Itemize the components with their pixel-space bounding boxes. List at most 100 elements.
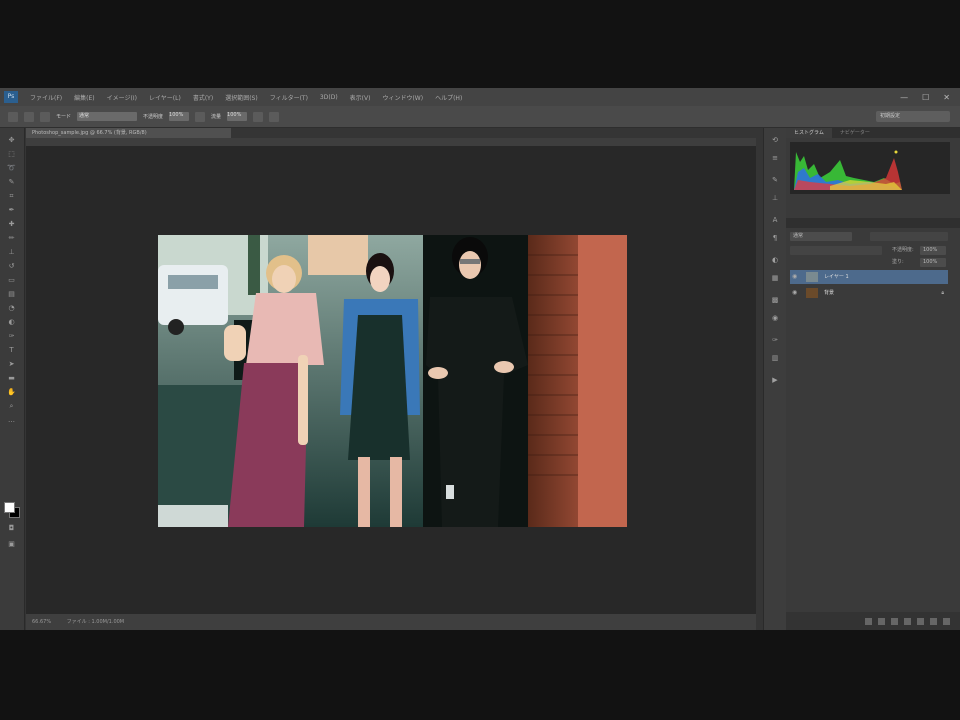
photoshop-window: Ps ファイル(F) 編集(E) イメージ(I) レイヤー(L) 書式(Y) 選… <box>0 88 960 630</box>
trash-icon[interactable] <box>943 617 950 625</box>
document-image <box>158 235 627 527</box>
lasso-tool-icon[interactable]: ➰ <box>6 164 17 172</box>
brush-tool-icon[interactable]: ✏ <box>6 234 17 242</box>
quick-mask-icon[interactable]: ◘ <box>6 524 17 532</box>
move-tool-icon[interactable]: ✥ <box>6 136 17 144</box>
tab-histogram[interactable]: ヒストグラム <box>786 128 832 138</box>
mode-select[interactable]: 通常 <box>77 112 138 121</box>
hand-tool-icon[interactable]: ✋ <box>6 388 17 396</box>
pressure-size-icon[interactable] <box>269 111 280 122</box>
healing-tool-icon[interactable]: ✚ <box>6 220 17 228</box>
new-layer-icon[interactable] <box>930 617 937 625</box>
workspace-value: 初期設定 <box>880 113 901 119</box>
histogram-panel-tabs: ヒストグラム ナビゲーター <box>786 128 960 138</box>
layer-name: 背景 <box>824 290 835 296</box>
fill-label: 塗り: <box>892 259 904 265</box>
histogram-svg <box>794 150 902 190</box>
menu-window[interactable]: ウィンドウ(W) <box>376 93 429 102</box>
path-select-tool-icon[interactable]: ➤ <box>6 360 17 368</box>
quick-select-tool-icon[interactable]: ✎ <box>6 178 17 186</box>
actions-panel-icon[interactable]: ▶ <box>770 376 780 384</box>
crop-tool-icon[interactable]: ⌗ <box>6 192 17 200</box>
window-controls: — ☐ ✕ <box>900 93 960 102</box>
adjustment-layer-icon[interactable] <box>904 617 911 625</box>
document-tab[interactable]: Photoshop_sample.jpg @ 66.7% (背景, RGB/8) <box>26 128 231 138</box>
gradient-tool-icon[interactable]: ▤ <box>6 290 17 298</box>
tab-navigator[interactable]: ナビゲーター <box>832 128 878 138</box>
add-mask-icon[interactable] <box>891 617 898 625</box>
layer-name: レイヤー 1 <box>824 274 849 280</box>
layer-opacity-field[interactable]: 100% <box>920 246 946 255</box>
menu-view[interactable]: 表示(V) <box>344 93 377 102</box>
layer-row-selected[interactable]: ◉ レイヤー 1 <box>790 270 948 284</box>
new-group-icon[interactable] <box>917 617 924 625</box>
paths-panel-icon[interactable]: ✑ <box>770 336 780 344</box>
menu-select[interactable]: 選択範囲(S) <box>219 93 264 102</box>
layer-filter-icons[interactable] <box>870 232 948 241</box>
menu-layer[interactable]: レイヤー(L) <box>143 93 187 102</box>
zoom-tool-icon[interactable]: ⌕ <box>6 402 17 410</box>
app-logo: Ps <box>4 91 18 103</box>
menu-image[interactable]: イメージ(I) <box>101 93 143 102</box>
layer-fill-field[interactable]: 100% <box>920 258 946 267</box>
menu-help[interactable]: ヘルプ(H) <box>429 93 468 102</box>
menu-bar: Ps ファイル(F) 編集(E) イメージ(I) レイヤー(L) 書式(Y) 選… <box>0 88 960 106</box>
visibility-eye-icon[interactable]: ◉ <box>792 270 800 284</box>
eyedropper-tool-icon[interactable]: ✒ <box>6 206 17 214</box>
airbrush-icon[interactable] <box>253 111 264 122</box>
link-layers-icon[interactable] <box>865 617 872 625</box>
type-tool-icon[interactable]: T <box>6 346 17 354</box>
blend-mode-value: 通常 <box>793 233 804 239</box>
screen-mode-icon[interactable]: ▣ <box>6 540 17 548</box>
dodge-tool-icon[interactable]: ◐ <box>6 318 17 326</box>
menu-3d[interactable]: 3D(D) <box>314 94 344 101</box>
blend-mode-select[interactable]: 通常 <box>790 232 852 241</box>
canvas-area[interactable] <box>26 146 756 614</box>
pressure-opacity-icon[interactable] <box>195 111 206 122</box>
foreground-color-swatch[interactable] <box>4 502 15 513</box>
minimize-button[interactable]: — <box>900 93 908 102</box>
styles-panel-icon[interactable]: ▦ <box>770 274 780 282</box>
brush-panel-icon[interactable] <box>40 111 50 122</box>
pen-tool-icon[interactable]: ✑ <box>6 332 17 340</box>
color-panel-icon[interactable]: ◉ <box>770 314 780 322</box>
eraser-tool-icon[interactable]: ▭ <box>6 276 17 284</box>
marquee-tool-icon[interactable]: ⬚ <box>6 150 17 158</box>
layer-thumbnail <box>806 272 818 282</box>
swatches-panel-icon[interactable]: ▩ <box>770 296 780 304</box>
adjustments-panel-icon[interactable]: ◐ <box>770 256 780 264</box>
mode-value: 通常 <box>79 113 90 119</box>
zoom-level[interactable]: 66.67% <box>32 619 51 625</box>
menu-file[interactable]: ファイル(F) <box>24 93 68 102</box>
menu-edit[interactable]: 編集(E) <box>68 93 100 102</box>
clone-source-panel-icon[interactable]: ⊥ <box>770 194 780 202</box>
opacity-label: 不透明度: <box>892 247 914 253</box>
more-tools-icon[interactable]: … <box>6 416 17 424</box>
channels-panel-icon[interactable]: ▥ <box>770 354 780 362</box>
opacity-field[interactable]: 100% <box>169 112 190 121</box>
paragraph-panel-icon[interactable]: ¶ <box>770 234 780 242</box>
maximize-button[interactable]: ☐ <box>922 93 929 102</box>
lock-controls[interactable] <box>790 246 882 255</box>
photo-illustration <box>158 235 627 527</box>
brush-preset-icon[interactable] <box>8 111 18 122</box>
right-panels: ヒストグラム ナビゲーター 通常 不透明度: 100% 塗り: 100% ◉ レ… <box>786 128 960 630</box>
workspace-select[interactable]: 初期設定 <box>876 111 950 122</box>
layer-style-icon[interactable] <box>878 617 885 625</box>
character-panel-icon[interactable]: A <box>770 216 780 224</box>
clone-stamp-tool-icon[interactable]: ⊥ <box>6 248 17 256</box>
brush-size-icon[interactable] <box>24 111 34 122</box>
shape-tool-icon[interactable]: ▬ <box>6 374 17 382</box>
history-panel-icon[interactable]: ⟲ <box>770 136 780 144</box>
menu-type[interactable]: 書式(Y) <box>187 93 219 102</box>
properties-panel-icon[interactable]: ≡ <box>770 154 780 162</box>
history-brush-tool-icon[interactable]: ↺ <box>6 262 17 270</box>
visibility-eye-icon[interactable]: ◉ <box>792 286 800 300</box>
brush-panel-icon-strip[interactable]: ✎ <box>770 176 780 184</box>
close-button[interactable]: ✕ <box>943 93 950 102</box>
blur-tool-icon[interactable]: ◔ <box>6 304 17 312</box>
letterbox-bottom <box>0 630 960 720</box>
layer-row-background[interactable]: ◉ 背景 🔒︎ <box>790 286 948 300</box>
flow-field[interactable]: 100% <box>227 112 248 121</box>
menu-filter[interactable]: フィルター(T) <box>264 93 314 102</box>
